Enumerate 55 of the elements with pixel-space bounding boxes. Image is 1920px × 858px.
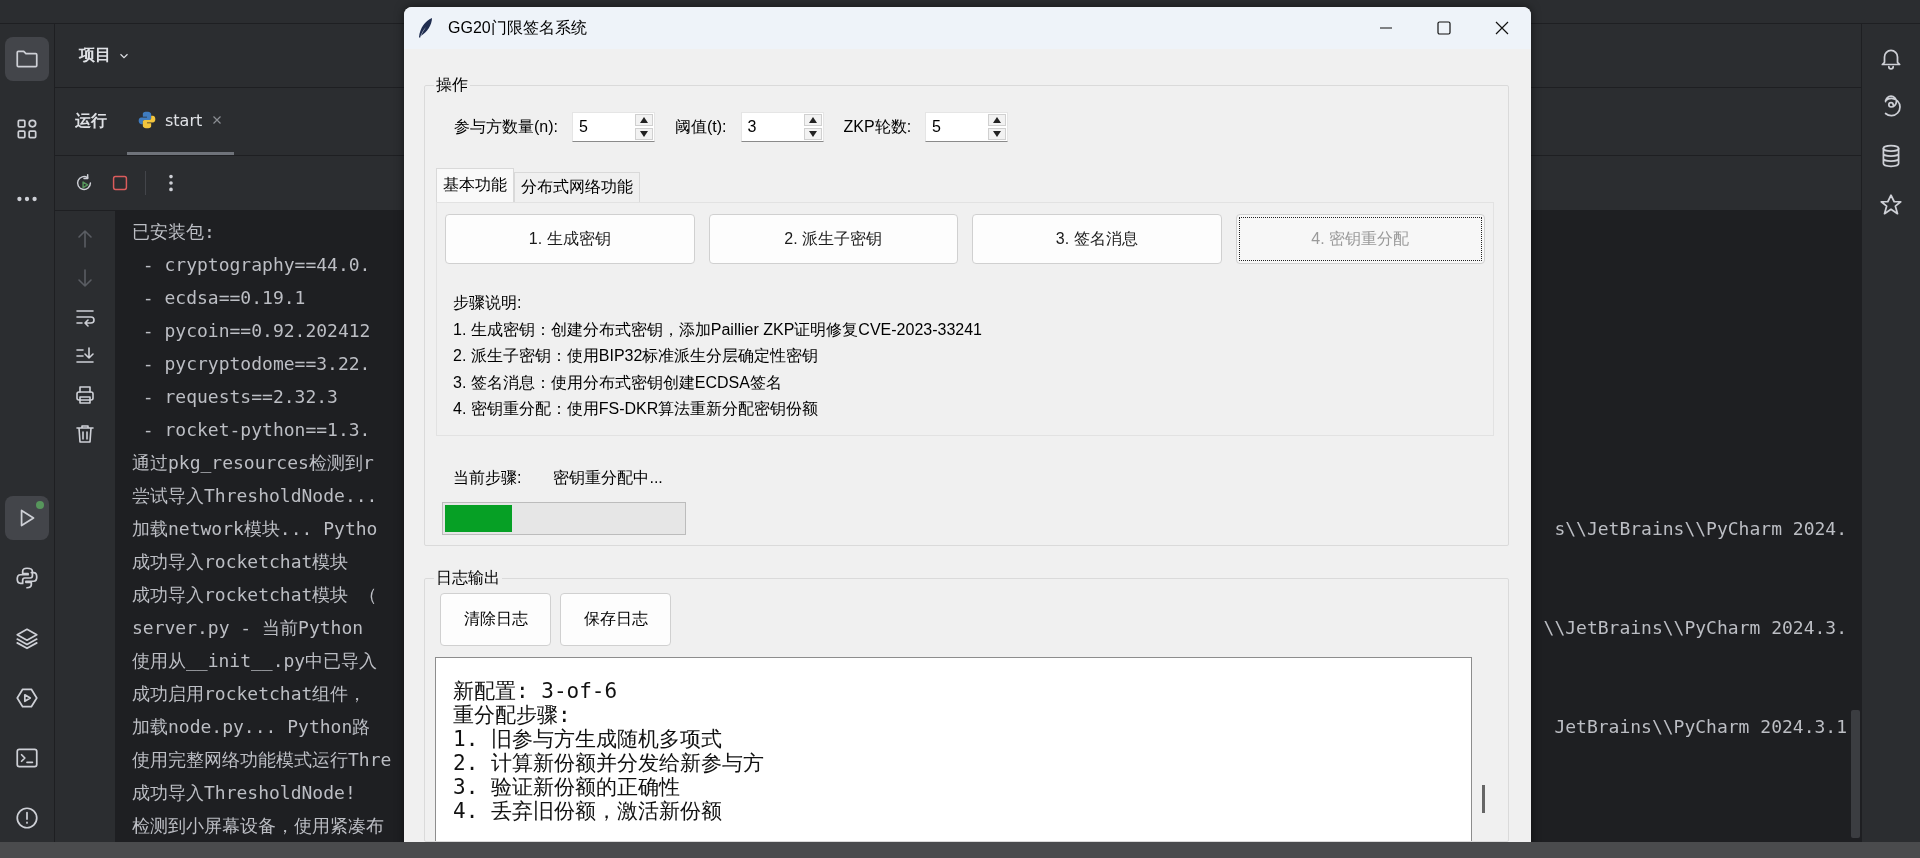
console-line: \\JetBrains\\PyCharm 2024.3.	[1543, 616, 1847, 640]
field-label: 阈值(t):	[675, 116, 727, 137]
log-line: 2. 计算新份额并分发给新参与方	[453, 751, 765, 775]
run-tab[interactable]: start	[127, 88, 235, 155]
log-line: 1. 旧参与方生成随机多项式	[453, 727, 723, 751]
status-label: 当前步骤:	[453, 468, 522, 488]
console-line: 检测到小屏幕设备，使用紧凑布	[132, 814, 384, 838]
console-line: 使用完整网络功能模式运行Thre	[132, 748, 392, 772]
console-line: s\\JetBrains\\PyCharm 2024.	[1554, 517, 1847, 541]
tab[interactable]: 分布式网络功能	[514, 172, 640, 202]
action-button[interactable]: 1. 生成密钥	[445, 214, 695, 264]
project-dropdown[interactable]: 项目	[75, 41, 135, 70]
log-line: 4. 丢弃旧份额，激活新份额	[453, 799, 723, 823]
console-line: 成功导入rocketchat模块	[132, 550, 349, 574]
console-line: 成功导入rocketchat模块 （	[132, 583, 378, 607]
console-line: 成功启用rocketchat组件，	[132, 682, 367, 706]
steps-title: 步骤说明:	[453, 293, 523, 313]
log-output[interactable]: 新配置: 3-of-6 重分配步骤: 1. 旧参与方生成随机多项式 2. 计算新份额并分发给新参与方 3. 验证新份额的正确性 4. 丢弃旧份额，激活新份额	[435, 657, 1472, 841]
console-line: - ecdsa==0.19.1	[141, 286, 306, 310]
number-spinbox[interactable]: 5	[925, 112, 1009, 142]
window-title: GG20门限签名系统	[448, 17, 588, 38]
console-line: 加载network模块... Pytho	[132, 517, 378, 541]
panel-title: 运行	[75, 111, 107, 132]
step-description: 1. 生成密钥：创建分布式密钥，添加Paillier ZKP证明修复CVE-2023-33241	[453, 319, 983, 340]
field-label: ZKP轮数:	[843, 116, 912, 137]
console-line: 使用从__init__.py中已导入	[132, 649, 378, 673]
status-value: 密钥重分配中...	[553, 468, 663, 488]
console-line: 加载node.py... Python路	[132, 715, 371, 739]
console-line: - cryptography==44.0.	[141, 253, 371, 277]
group-title: 操作	[435, 75, 469, 95]
console-line: - pycoin==0.92.202412	[141, 319, 371, 343]
step-description: 2. 派生子密钥：使用BIP32标准派生分层确定性密钥	[453, 346, 820, 366]
action-button[interactable]: 3. 签名消息	[972, 214, 1222, 264]
step-description: 4. 密钥重分配：使用FS-DKR算法重新分配密钥份额	[453, 399, 820, 419]
number-spinbox[interactable]: 5	[572, 112, 655, 142]
console-line: 成功导入ThresholdNode!	[132, 781, 356, 805]
step-description: 3. 签名消息：使用分布式密钥创建ECDSA签名	[453, 372, 783, 393]
field-label: 参与方数量(n):	[454, 116, 558, 137]
console-line: 已安装包:	[132, 220, 215, 244]
group-title: 日志输出	[435, 568, 501, 588]
console-line: server.py - 当前Python	[132, 616, 364, 640]
console-line: 通过pkg_resources检测到r	[132, 451, 374, 475]
log-line: 重分配步骤:	[453, 703, 572, 727]
log-button[interactable]: 清除日志	[440, 593, 551, 646]
number-spinbox[interactable]: 3	[740, 112, 824, 142]
log-line: 3. 验证新份额的正确性	[453, 775, 681, 799]
tab[interactable]: 基本功能	[436, 168, 514, 202]
action-button[interactable]: 2. 派生子密钥	[708, 214, 958, 264]
console-line: - pycryptodome==3.22.	[141, 352, 371, 376]
console-line: 尝试导入ThresholdNode...	[132, 484, 378, 508]
log-button[interactable]: 保存日志	[560, 593, 671, 646]
log-line: 新配置: 3-of-6	[453, 679, 619, 703]
console-line: JetBrains\\PyCharm 2024.3.1	[1554, 715, 1847, 739]
console-line: - requests==2.32.3	[141, 385, 338, 409]
console-line: - rocket-python==1.3.	[141, 418, 371, 442]
